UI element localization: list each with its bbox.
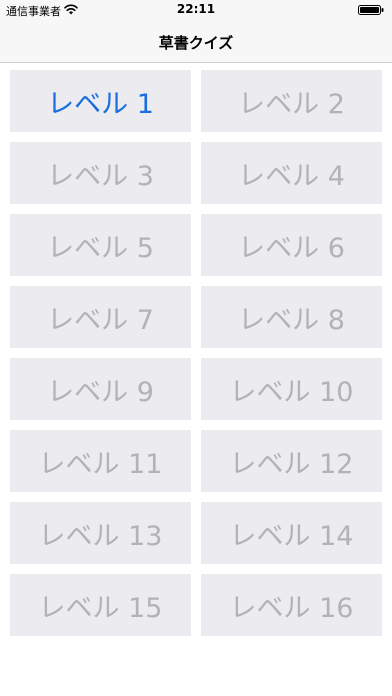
navigation-bar: 草書クイズ: [0, 20, 392, 63]
level-5-button[interactable]: レベル 5: [10, 214, 191, 276]
level-6-button[interactable]: レベル 6: [201, 214, 382, 276]
level-8-button[interactable]: レベル 8: [201, 286, 382, 348]
level-4-button[interactable]: レベル 4: [201, 142, 382, 204]
level-1-button[interactable]: レベル 1: [10, 70, 191, 132]
level-14-button[interactable]: レベル 14: [201, 502, 382, 564]
status-bar: 通信事業者 22:11: [0, 0, 392, 20]
level-13-button[interactable]: レベル 13: [10, 502, 191, 564]
battery-icon: [358, 5, 384, 15]
level-2-button[interactable]: レベル 2: [201, 70, 382, 132]
level-7-button[interactable]: レベル 7: [10, 286, 191, 348]
level-3-button[interactable]: レベル 3: [10, 142, 191, 204]
status-time: 22:11: [176, 2, 216, 16]
level-11-button[interactable]: レベル 11: [10, 430, 191, 492]
page-title: 草書クイズ: [158, 34, 234, 52]
level-10-button[interactable]: レベル 10: [201, 358, 382, 420]
level-grid: レベル 1 レベル 3 レベル 5 レベル 7 レベル 9 レベル 11 レベル…: [10, 70, 382, 636]
level-16-button[interactable]: レベル 16: [201, 574, 382, 636]
level-12-button[interactable]: レベル 12: [201, 430, 382, 492]
level-15-button[interactable]: レベル 15: [10, 574, 191, 636]
level-9-button[interactable]: レベル 9: [10, 358, 191, 420]
